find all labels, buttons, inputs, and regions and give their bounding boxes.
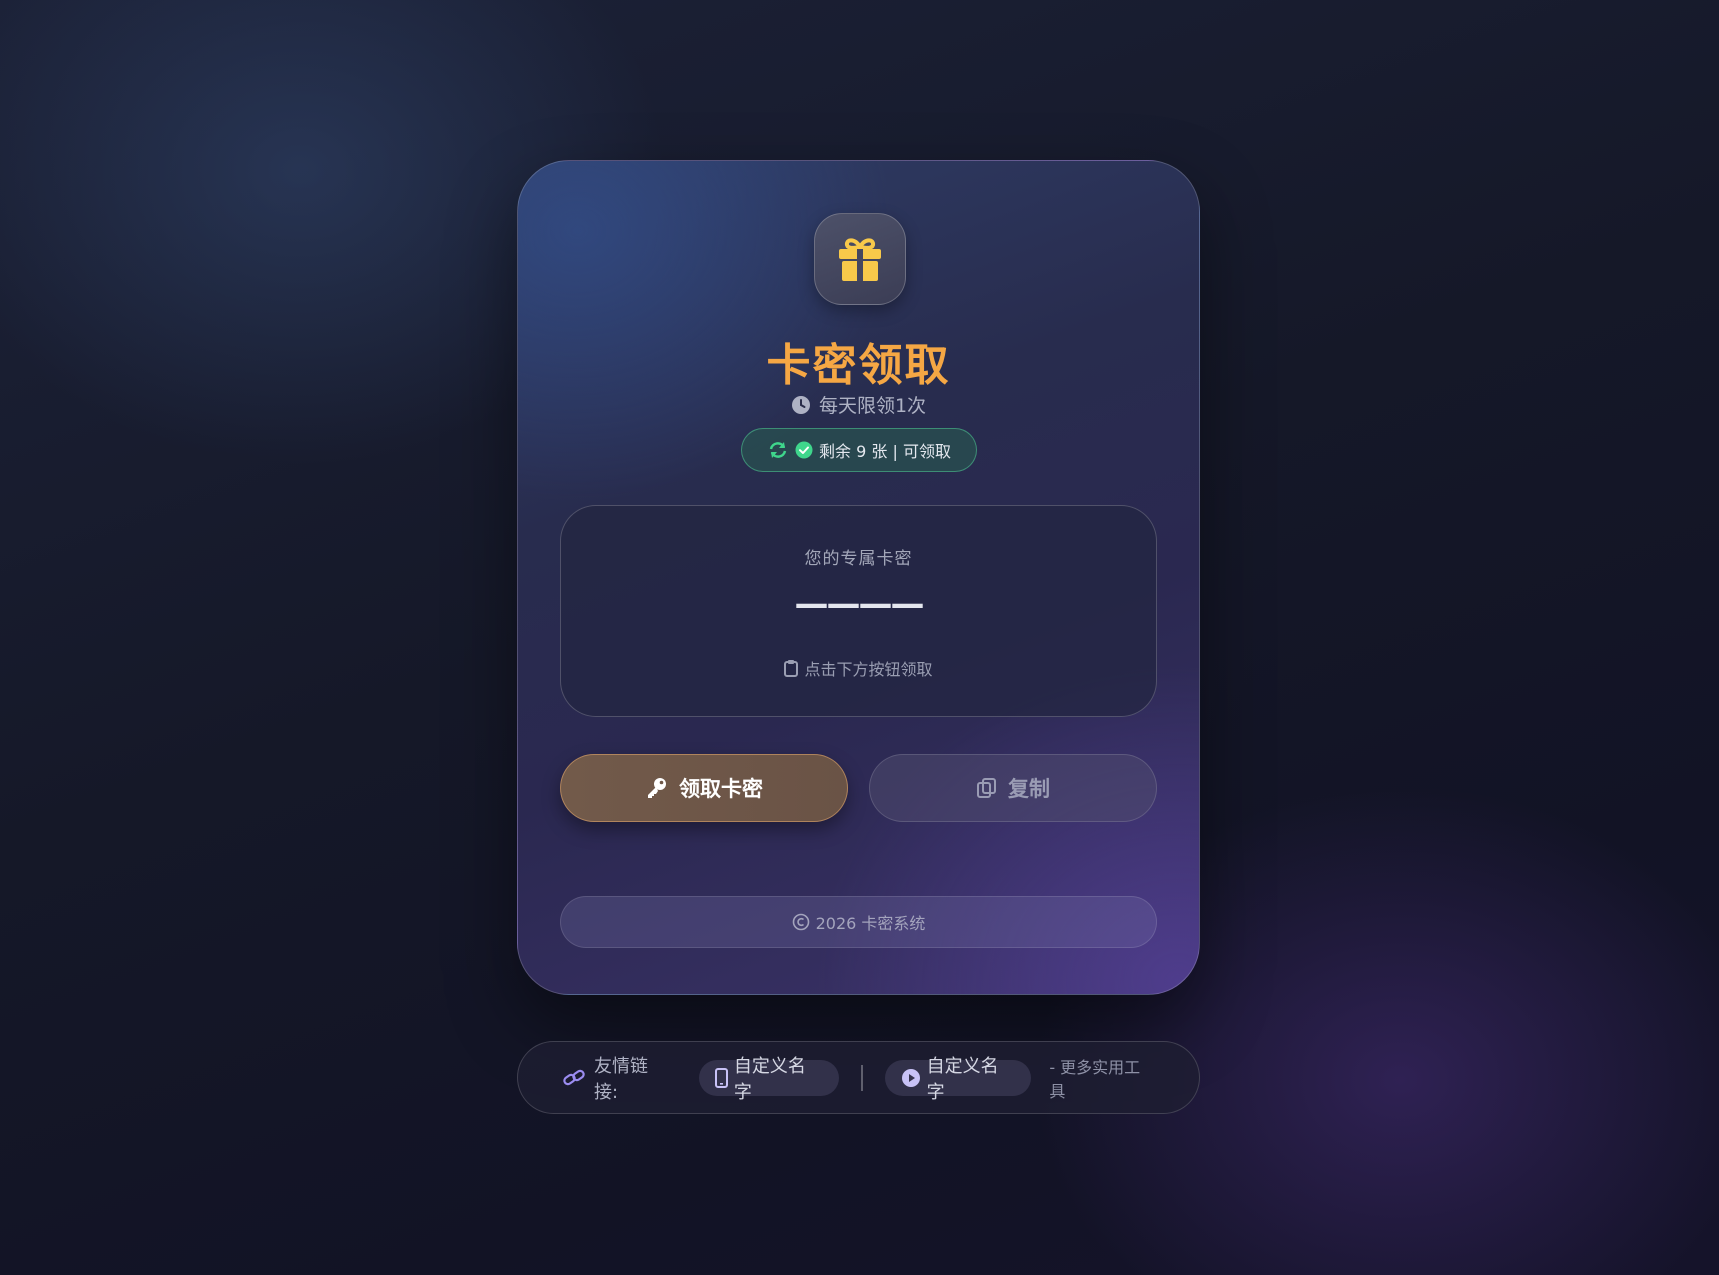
friend-link-2[interactable]: 自定义名字: [884, 1056, 1032, 1103]
friend-links-label-text: 友情链接:: [594, 1055, 648, 1103]
clipboard-icon: [784, 659, 799, 677]
daily-limit: 每天限领1次: [518, 391, 1199, 418]
code-hint: 点击下方按钮领取: [561, 656, 1156, 680]
claim-code-label: 领取卡密: [679, 777, 763, 801]
daily-limit-text: 每天限领1次: [818, 395, 927, 417]
claim-code-button[interactable]: 领取卡密: [560, 754, 848, 822]
more-tools-link[interactable]: - 更多实用工具: [1049, 1054, 1155, 1102]
stock-status-badge: 剩余 9 张 | 可领取: [741, 428, 977, 472]
gift-icon: [833, 232, 887, 286]
code-hint-text: 点击下方按钮领取: [804, 660, 933, 679]
friend-link-2-label: 自定义名字: [926, 1055, 999, 1103]
link-icon: [562, 1067, 586, 1089]
copy-icon: [976, 777, 998, 799]
card-code-panel: 您的专属卡密 ———— 点击下方按钮领取: [560, 505, 1157, 717]
gift-badge: [814, 213, 906, 305]
friend-links-bar: 友情链接: 自定义名字 自定义名字 - 更多实用工具: [517, 1041, 1200, 1114]
stock-status-text: 剩余 9 张 | 可领取: [819, 442, 951, 461]
friend-link-1[interactable]: 自定义名字: [698, 1056, 839, 1103]
card-code-value: ————: [794, 584, 925, 624]
copyright-icon: [792, 913, 810, 931]
friend-links-label: 友情链接:: [562, 1052, 671, 1104]
friend-link-1-label: 自定义名字: [733, 1055, 806, 1103]
check-circle-icon: [795, 441, 813, 459]
claim-card: 卡密领取 每天限领1次 剩余 9 张 | 可领取 您的专属卡密 ———— 点击下…: [517, 160, 1200, 995]
play-circle-icon: [901, 1068, 921, 1088]
code-label: 您的专属卡密: [804, 549, 913, 569]
links-divider: [860, 1064, 863, 1091]
page-title: 卡密领取: [766, 340, 951, 391]
key-icon: [645, 776, 669, 800]
refresh-icon[interactable]: [767, 441, 789, 459]
mobile-icon: [714, 1067, 728, 1088]
copy-label: 复制: [1008, 777, 1050, 801]
copyright-footer: 2026 卡密系统: [560, 896, 1157, 948]
clock-icon: [791, 395, 811, 415]
copyright-text: 2026 卡密系统: [815, 914, 926, 933]
copy-button[interactable]: 复制: [869, 754, 1157, 822]
